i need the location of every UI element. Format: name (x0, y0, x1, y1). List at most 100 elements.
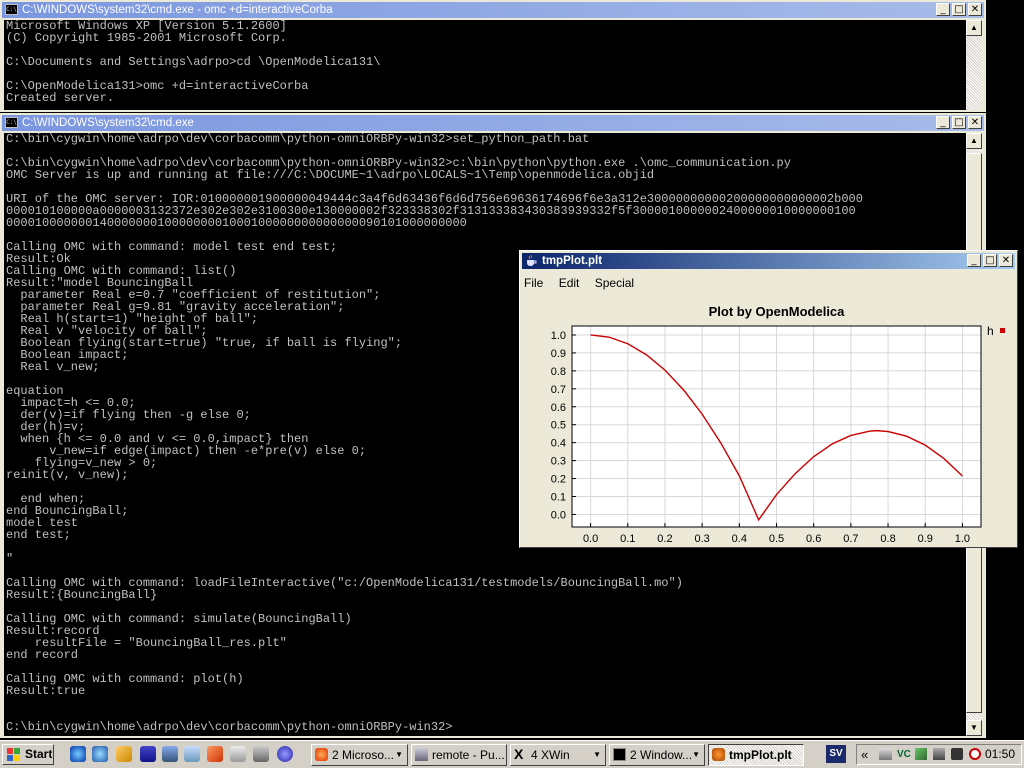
tray-vc-icon[interactable]: VC (897, 747, 911, 762)
close-button[interactable]: ✕ (968, 116, 982, 129)
task-tmpplot[interactable]: tmpPlot.plt (708, 744, 804, 766)
menu-special[interactable]: Special (595, 276, 634, 290)
java-cup-icon (527, 255, 537, 266)
tray-chevron-icon[interactable]: « (861, 745, 868, 764)
console-line: (C) Copyright 1985-2001 Microsoft Corp. (6, 31, 287, 45)
x-tick-label: 0.2 (657, 533, 672, 545)
task-windows-cmd[interactable]: 2 Window... ▼ (609, 744, 705, 766)
y-tick-label: 0.9 (551, 348, 566, 360)
console-line: C:\Documents and Settings\adrpo>cd \Open… (6, 55, 381, 69)
plot-window-titlebar[interactable]: tmpPlot.plt _ □ ✕ (522, 253, 1015, 269)
close-button[interactable]: ✕ (968, 3, 982, 16)
task-label: 2 Window... (630, 748, 693, 762)
task-remote-putty[interactable]: remote - Pu... (411, 744, 507, 766)
console-line: " (6, 552, 14, 566)
cmd-icon: C:\ (5, 117, 18, 128)
dropdown-arrow-icon: ▼ (692, 750, 700, 759)
y-tick-label: 0.7 (551, 384, 566, 396)
cmd-window-omc-titlebar[interactable]: C:\ C:\WINDOWS\system32\cmd.exe - omc +d… (2, 2, 984, 18)
scroll-up-button[interactable]: ▲ (966, 133, 982, 149)
tray-monitor-icon[interactable] (933, 748, 945, 760)
console-line: C:\OpenModelica131>omc +d=interactiveCor… (6, 79, 309, 93)
console-output[interactable]: Microsoft Windows XP [Version 5.1.2600](… (4, 20, 967, 110)
task-label: 4 XWin (531, 748, 570, 762)
x-tick-label: 0.1 (620, 533, 635, 545)
console-line: Result:true (6, 684, 86, 698)
java-cup-icon (712, 748, 725, 761)
y-tick-label: 1.0 (551, 330, 566, 342)
maximize-button[interactable]: □ (952, 116, 966, 129)
quicklaunch-browser-icon[interactable] (70, 746, 86, 762)
y-tick-label: 0.5 (551, 420, 566, 432)
task-microsoft[interactable]: 2 Microso... ▼ (311, 744, 408, 766)
minimize-button[interactable]: _ (936, 3, 950, 16)
close-button[interactable]: ✕ (999, 254, 1013, 267)
y-tick-label: 0.6 (551, 402, 566, 414)
task-xwin[interactable]: X 4 XWin ▼ (510, 744, 606, 766)
tray-volume-icon[interactable] (951, 748, 963, 760)
x-tick-label: 0.5 (769, 533, 784, 545)
start-label: Start (25, 747, 53, 761)
x-tick-label: 0.6 (806, 533, 821, 545)
windows-logo-icon (7, 748, 20, 761)
console-line: 0000100000001400000001000000001000100000… (6, 216, 467, 230)
x-tick-label: 0.0 (583, 533, 598, 545)
maximize-button[interactable]: □ (983, 254, 997, 267)
console-line: OMC Server is up and running at file:///… (6, 168, 655, 182)
x-tick-label: 0.7 (843, 533, 858, 545)
plot-chart: Plot by OpenModelica 0.0 0.1 0.2 0.3 0.4 0.5 0.… (551, 304, 1005, 545)
cmd-window-omc[interactable]: C:\ C:\WINDOWS\system32\cmd.exe - omc +d… (0, 0, 986, 112)
cmd-window-python-titlebar[interactable]: C:\ C:\WINDOWS\system32\cmd.exe _ □ ✕ (2, 115, 984, 131)
quicklaunch-save-icon[interactable] (140, 746, 156, 762)
quicklaunch-tools-icon[interactable] (116, 746, 132, 762)
plot-window[interactable]: tmpPlot.plt _ □ ✕ File Edit Special Plot b… (519, 250, 1018, 548)
system-tray: « VC 01:50 (856, 744, 1022, 765)
clock: 01:50 (984, 747, 1015, 761)
tray-record-icon[interactable] (969, 748, 981, 760)
x-icon: X (514, 746, 524, 762)
legend-label: h (987, 324, 994, 338)
menu-file[interactable]: File (524, 276, 543, 290)
console-line: Created server. (6, 91, 115, 105)
minimize-button[interactable]: _ (967, 254, 981, 267)
window-title: C:\WINDOWS\system32\cmd.exe - omc +d=int… (22, 4, 333, 16)
start-button[interactable]: Start (2, 744, 54, 765)
x-tick-label: 1.0 (955, 533, 970, 545)
taskbar: Start 2 Microso... ▼ remote - Pu... X 4 … (0, 740, 1024, 768)
tray-app-icon[interactable] (915, 748, 927, 760)
vertical-scrollbar[interactable]: ▲ (966, 20, 982, 110)
x-tick-label: 0.8 (880, 533, 895, 545)
quicklaunch-settings-icon[interactable] (253, 746, 269, 762)
console-line: Calling OMC with command: simulate(Bounc… (6, 612, 352, 626)
maximize-button[interactable]: □ (952, 3, 966, 16)
putty-icon (415, 748, 428, 761)
menu-bar: File Edit Special (524, 273, 646, 293)
minimize-button[interactable]: _ (936, 116, 950, 129)
chart-title: Plot by OpenModelica (709, 304, 846, 319)
ie-icon (315, 748, 328, 761)
task-label: tmpPlot.plt (729, 748, 792, 762)
quicklaunch-doc-icon[interactable] (184, 746, 200, 762)
quicklaunch-window-icon[interactable] (230, 746, 246, 762)
window-title: C:\WINDOWS\system32\cmd.exe (22, 117, 194, 129)
window-title: tmpPlot.plt (542, 255, 603, 267)
sv-button[interactable]: SV (826, 745, 846, 763)
quicklaunch-ie-icon[interactable] (92, 746, 108, 762)
console-line: resultFile = "BouncingBall_res.plt" (6, 636, 287, 650)
y-tick-label: 0.4 (551, 438, 566, 450)
tray-network-icon[interactable] (879, 748, 892, 760)
quicklaunch-globe-icon[interactable] (277, 746, 293, 762)
task-label: 2 Microso... (332, 748, 395, 762)
y-tick-label: 0.8 (551, 366, 566, 378)
y-tick-label: 0.0 (551, 509, 566, 521)
scroll-down-button[interactable]: ▼ (966, 720, 982, 736)
y-tick-label: 0.1 (551, 491, 566, 503)
quicklaunch-app-icon[interactable] (207, 746, 223, 762)
scroll-up-button[interactable]: ▲ (966, 20, 982, 36)
menu-edit[interactable]: Edit (559, 276, 580, 290)
task-label: remote - Pu... (432, 748, 505, 762)
quicklaunch-network-icon[interactable] (162, 746, 178, 762)
y-tick-label: 0.2 (551, 474, 566, 486)
x-tick-label: 0.9 (918, 533, 933, 545)
